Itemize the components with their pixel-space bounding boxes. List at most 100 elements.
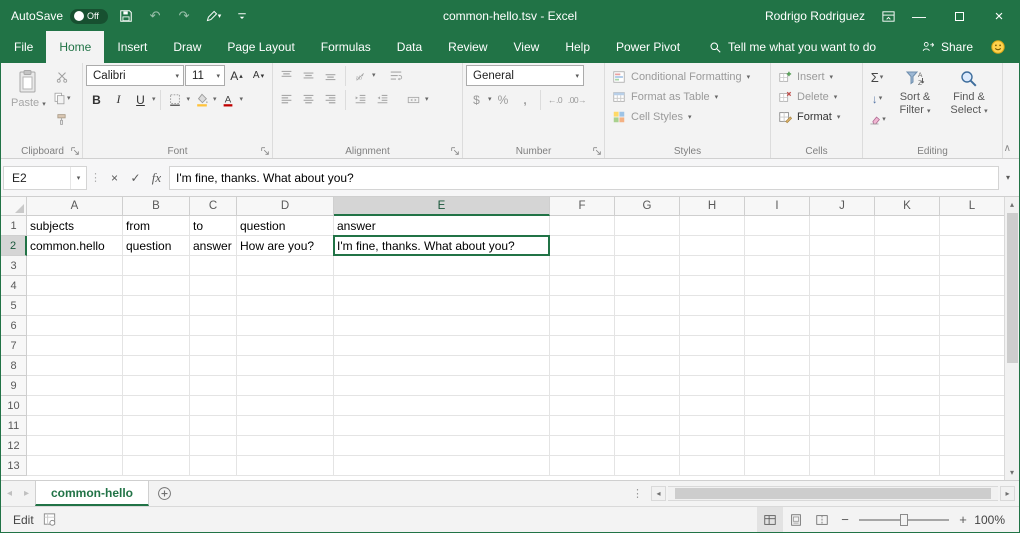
- ribbon-display-options-button[interactable]: [877, 5, 899, 27]
- zoom-slider-thumb[interactable]: [900, 514, 908, 526]
- cell-J8[interactable]: [810, 356, 875, 376]
- clipboard-dialog-launcher[interactable]: [70, 146, 80, 156]
- cell-C9[interactable]: [190, 376, 237, 396]
- cell-H3[interactable]: [680, 256, 745, 276]
- cell-K5[interactable]: [875, 296, 940, 316]
- column-header-F[interactable]: F: [550, 197, 615, 216]
- cell-C1[interactable]: to: [190, 216, 237, 236]
- cell-G13[interactable]: [615, 456, 680, 476]
- cell-H4[interactable]: [680, 276, 745, 296]
- row-header-13[interactable]: 13: [1, 456, 27, 476]
- align-center-button[interactable]: [298, 89, 319, 110]
- tab-review[interactable]: Review: [435, 31, 500, 63]
- page-layout-view-button[interactable]: [783, 507, 809, 532]
- tab-file[interactable]: File: [1, 31, 46, 63]
- delete-cells-button[interactable]: Delete▾: [774, 89, 859, 105]
- cell-C10[interactable]: [190, 396, 237, 416]
- cell-A7[interactable]: [27, 336, 123, 356]
- cell-B12[interactable]: [123, 436, 190, 456]
- autosave-toggle[interactable]: Off: [70, 9, 108, 24]
- cell-H11[interactable]: [680, 416, 745, 436]
- cell-E11[interactable]: [334, 416, 550, 436]
- cell-B4[interactable]: [123, 276, 190, 296]
- cell-E2[interactable]: I'm fine, thanks. What about you?: [334, 236, 550, 256]
- autosum-button[interactable]: Σ▾: [866, 68, 888, 88]
- number-dialog-launcher[interactable]: [592, 146, 602, 156]
- cell-H6[interactable]: [680, 316, 745, 336]
- cell-I12[interactable]: [745, 436, 810, 456]
- cell-C7[interactable]: [190, 336, 237, 356]
- cell-J1[interactable]: [810, 216, 875, 236]
- cut-button[interactable]: [51, 67, 73, 87]
- format-as-table-button[interactable]: Format as Table▾: [608, 89, 767, 105]
- comma-style-button[interactable]: ,: [515, 89, 536, 110]
- copy-button[interactable]: ▾: [51, 88, 73, 108]
- row-header-6[interactable]: 6: [1, 316, 27, 336]
- bottom-align-button[interactable]: [320, 65, 341, 86]
- merge-center-button[interactable]: [403, 89, 424, 110]
- decrease-indent-button[interactable]: [350, 89, 371, 110]
- zoom-in-button[interactable]: +: [953, 512, 973, 527]
- cell-L10[interactable]: [940, 396, 1004, 416]
- cell-G6[interactable]: [615, 316, 680, 336]
- redo-button[interactable]: ↷: [173, 5, 195, 27]
- column-header-G[interactable]: G: [615, 197, 680, 216]
- cell-F2[interactable]: [550, 236, 615, 256]
- cell-F10[interactable]: [550, 396, 615, 416]
- cell-D8[interactable]: [237, 356, 334, 376]
- select-all-button[interactable]: [1, 197, 27, 216]
- cell-F6[interactable]: [550, 316, 615, 336]
- cell-I8[interactable]: [745, 356, 810, 376]
- column-header-I[interactable]: I: [745, 197, 810, 216]
- touch-mouse-mode-button[interactable]: ▾: [202, 5, 224, 27]
- cell-I6[interactable]: [745, 316, 810, 336]
- percent-style-button[interactable]: %: [493, 89, 514, 110]
- row-header-11[interactable]: 11: [1, 416, 27, 436]
- minimize-button[interactable]: —: [899, 1, 939, 31]
- tab-draw[interactable]: Draw: [160, 31, 214, 63]
- cell-E7[interactable]: [334, 336, 550, 356]
- column-header-J[interactable]: J: [810, 197, 875, 216]
- fill-color-button[interactable]: [191, 89, 212, 110]
- hscroll-right-button[interactable]: ▸: [1000, 486, 1015, 501]
- cell-H12[interactable]: [680, 436, 745, 456]
- maximize-button[interactable]: [939, 1, 979, 31]
- tab-formulas[interactable]: Formulas: [308, 31, 384, 63]
- cell-L6[interactable]: [940, 316, 1004, 336]
- cell-H1[interactable]: [680, 216, 745, 236]
- cell-F7[interactable]: [550, 336, 615, 356]
- cell-K10[interactable]: [875, 396, 940, 416]
- cell-E13[interactable]: [334, 456, 550, 476]
- enter-button[interactable]: ✓: [125, 167, 146, 189]
- cell-I3[interactable]: [745, 256, 810, 276]
- column-header-A[interactable]: A: [27, 197, 123, 216]
- cell-L8[interactable]: [940, 356, 1004, 376]
- cell-H9[interactable]: [680, 376, 745, 396]
- cell-A1[interactable]: subjects: [27, 216, 123, 236]
- cell-L12[interactable]: [940, 436, 1004, 456]
- font-size-combo[interactable]: 11▾: [185, 65, 225, 86]
- cell-E3[interactable]: [334, 256, 550, 276]
- zoom-slider[interactable]: [859, 519, 949, 521]
- font-dialog-launcher[interactable]: [260, 146, 270, 156]
- collapse-ribbon-button[interactable]: ∧: [1004, 143, 1011, 154]
- cell-A12[interactable]: [27, 436, 123, 456]
- borders-dropdown[interactable]: ▾: [187, 96, 191, 103]
- cell-L2[interactable]: [940, 236, 1004, 256]
- name-box[interactable]: E2 ▾: [3, 166, 87, 190]
- cell-K1[interactable]: [875, 216, 940, 236]
- cell-L13[interactable]: [940, 456, 1004, 476]
- cell-K11[interactable]: [875, 416, 940, 436]
- share-button[interactable]: Share: [911, 40, 983, 54]
- vertical-scroll-thumb[interactable]: [1007, 213, 1018, 363]
- formula-input[interactable]: I'm fine, thanks. What about you?: [169, 166, 999, 190]
- cell-styles-button[interactable]: Cell Styles▾: [608, 109, 767, 125]
- underline-dropdown[interactable]: ▾: [152, 96, 156, 103]
- cell-B8[interactable]: [123, 356, 190, 376]
- conditional-formatting-button[interactable]: Conditional Formatting▾: [608, 69, 767, 85]
- cell-C4[interactable]: [190, 276, 237, 296]
- font-color-dropdown[interactable]: ▾: [240, 96, 244, 103]
- cell-K12[interactable]: [875, 436, 940, 456]
- zoom-level[interactable]: 100%: [973, 513, 1019, 527]
- tell-me-box[interactable]: Tell me what you want to do: [709, 31, 876, 63]
